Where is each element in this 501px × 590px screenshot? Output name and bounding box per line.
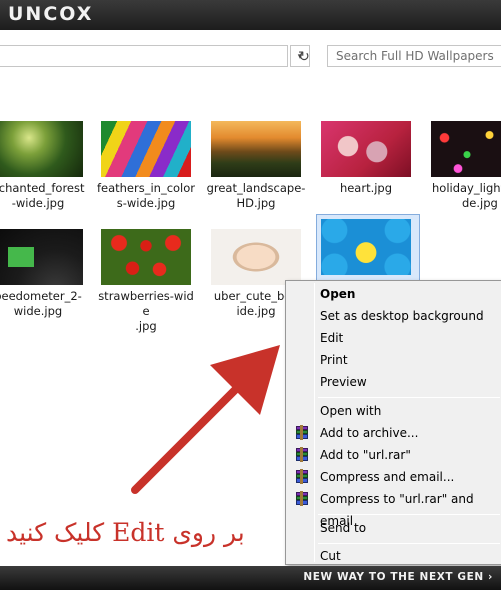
search-placeholder: Search Full HD Wallpapers	[336, 49, 494, 63]
winrar-icon	[294, 469, 310, 485]
thumbnail-image	[101, 229, 191, 285]
winrar-icon	[294, 425, 310, 441]
instruction-text: بر روی Edit کلیک کنید	[6, 518, 245, 547]
menu-item-cut[interactable]: Cut	[289, 545, 501, 567]
menu-item-open-with[interactable]: Open with	[289, 400, 501, 422]
thumbnail-image	[0, 121, 83, 177]
top-watermark-bar: UNCOX	[0, 0, 501, 30]
thumbnail-image	[101, 121, 191, 177]
winrar-icon	[294, 447, 310, 463]
file-name: feathers_in_color s-wide.jpg	[96, 181, 196, 210]
menu-item-open[interactable]: Open	[289, 283, 501, 305]
menu-separator	[318, 514, 500, 515]
address-bar[interactable]	[0, 45, 288, 67]
search-input[interactable]: Search Full HD Wallpapers	[327, 45, 501, 67]
winrar-icon	[294, 491, 310, 507]
file-name: great_landscape- HD.jpg	[206, 181, 306, 210]
file-name: peedometer_2- wide.jpg	[0, 289, 82, 318]
slogan-text: NEW WAY TO THE NEXT GEN ›	[303, 571, 493, 583]
file-name: holiday_light de.jpg	[432, 181, 501, 210]
arrow-shaft	[131, 381, 244, 494]
context-menu: Open Set as desktop background Edit Prin…	[285, 280, 501, 565]
menu-item-compress-and-email[interactable]: Compress and email...	[289, 466, 501, 488]
refresh-button[interactable]: ↻	[292, 45, 316, 67]
brand-logo: UNCOX	[8, 3, 94, 25]
screenshot-root: UNCOX ▾ ↻ Search Full HD Wallpapers ncha…	[0, 0, 501, 590]
thumbnail-image	[321, 121, 411, 177]
file-name: nchanted_forest -wide.jpg	[0, 181, 85, 210]
thumbnail-image	[211, 121, 301, 177]
menu-item-send-to[interactable]: Send to	[289, 517, 501, 539]
refresh-icon: ↻	[298, 48, 310, 64]
menu-separator	[318, 543, 500, 544]
file-name: heart.jpg	[339, 181, 393, 195]
explorer-toolbar: ▾ ↻ Search Full HD Wallpapers	[0, 30, 501, 88]
menu-item-preview[interactable]: Preview	[289, 371, 501, 393]
file-name: strawberries-wide .jpg	[98, 289, 194, 333]
annotation-arrow-icon	[131, 345, 280, 494]
thumbnail-image	[321, 219, 411, 275]
menu-item-add-to-url-rar[interactable]: Add to "url.rar"	[289, 444, 501, 466]
menu-separator	[318, 397, 500, 398]
menu-item-edit[interactable]: Edit	[289, 327, 501, 349]
menu-item-compress-to-url-rar-and-email[interactable]: Compress to "url.rar" and email	[289, 488, 501, 528]
thumbnail-image	[431, 121, 501, 177]
menu-item-print[interactable]: Print	[289, 349, 501, 371]
bottom-watermark-bar: NEW WAY TO THE NEXT GEN ›	[0, 566, 501, 590]
menu-item-add-to-archive[interactable]: Add to archive...	[289, 422, 501, 444]
thumbnail-image	[211, 229, 301, 285]
thumbnail-image	[0, 229, 83, 285]
menu-item-set-desktop-background[interactable]: Set as desktop background	[289, 305, 501, 327]
